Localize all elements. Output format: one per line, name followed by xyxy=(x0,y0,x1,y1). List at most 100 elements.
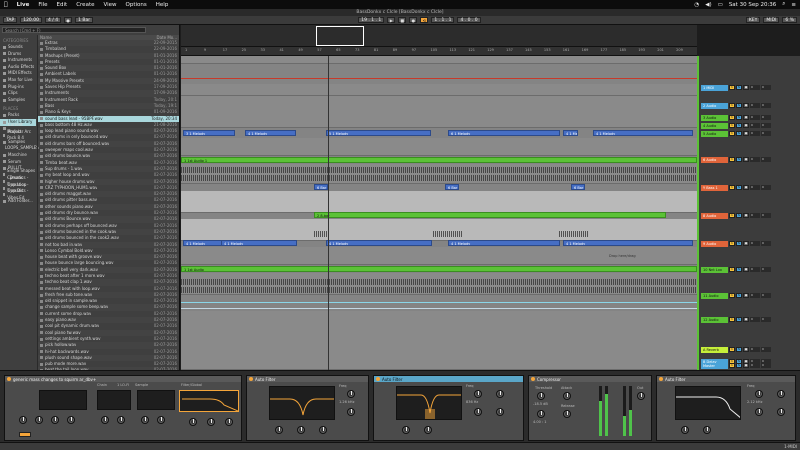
track-activator-button[interactable]: 1 xyxy=(729,85,735,90)
oscillator-display[interactable] xyxy=(39,390,87,410)
track-activator-button[interactable]: 1 xyxy=(729,115,735,120)
knob[interactable] xyxy=(19,416,27,424)
ratio-knob[interactable] xyxy=(537,410,545,418)
volume-field[interactable]: 0 xyxy=(750,317,760,322)
wifi-icon[interactable]: ◔ xyxy=(694,2,699,8)
volume-field[interactable]: 0 xyxy=(750,157,760,162)
midi-clip[interactable]: 4 1 Melody xyxy=(448,240,560,246)
audio-clip[interactable]: 2 8-bar xyxy=(314,212,666,218)
pan-field[interactable]: 0 xyxy=(761,293,771,298)
loop-toggle[interactable]: ⟲ xyxy=(420,17,429,23)
volume-field[interactable]: 0 xyxy=(750,293,760,298)
category-samples[interactable]: Samples xyxy=(0,97,36,104)
res-knob[interactable] xyxy=(755,408,763,416)
arm-button[interactable]: ● xyxy=(743,157,749,162)
browser-search-input[interactable]: Search (Cmd + F) xyxy=(2,27,146,33)
menu-view[interactable]: View xyxy=(103,2,116,8)
midi-clip[interactable]: 4 1 Melody xyxy=(245,130,296,136)
track-name[interactable]: 6 Audio xyxy=(701,156,728,163)
pan-field[interactable]: 0 xyxy=(761,241,771,246)
knob[interactable] xyxy=(67,416,75,424)
env-knob[interactable] xyxy=(681,426,689,434)
filter-display[interactable] xyxy=(675,386,741,420)
res-knob[interactable] xyxy=(474,408,482,416)
quantize-menu[interactable]: 1 Bar xyxy=(75,17,94,23)
arm-button[interactable]: ● xyxy=(743,347,749,352)
track-name[interactable]: 10 Nnt Lxx xyxy=(701,266,728,273)
track-name[interactable]: 9 Audio xyxy=(701,240,728,247)
volume-field[interactable]: 0 xyxy=(750,241,760,246)
arm-button[interactable]: ● xyxy=(743,241,749,246)
pan-field[interactable]: 0 xyxy=(761,347,771,352)
mixer-track[interactable]: A Reverb 1 S ● 0 0 xyxy=(701,346,800,353)
track-name[interactable]: Master xyxy=(701,362,728,369)
arm-button[interactable]: ● xyxy=(743,267,749,272)
place-item[interactable]: Maschine xyxy=(0,152,36,159)
menu-file[interactable]: File xyxy=(38,2,47,8)
category-sounds[interactable]: Sounds xyxy=(0,44,36,51)
midi-clip[interactable]: 3 1 Melody xyxy=(183,130,235,136)
audio-clip[interactable]: 6 Bar xyxy=(314,184,328,190)
knob[interactable] xyxy=(117,416,125,424)
track-name[interactable]: 5 Audio xyxy=(701,130,728,137)
category-max-for-live[interactable]: Max for Live xyxy=(0,77,36,84)
midi-clip[interactable]: 4 1 Melody xyxy=(563,130,578,136)
pan-field[interactable]: 0 xyxy=(761,115,771,120)
pan-field[interactable]: 0 xyxy=(761,85,771,90)
menu-app-name[interactable]: Live xyxy=(17,2,30,8)
env-knob[interactable] xyxy=(402,426,410,434)
pan-field[interactable]: 0 xyxy=(761,363,771,368)
menu-edit[interactable]: Edit xyxy=(57,2,68,8)
track-lane[interactable] xyxy=(181,191,697,213)
track-lane[interactable] xyxy=(181,84,697,96)
category-instruments[interactable]: Instruments xyxy=(0,57,36,64)
knob[interactable] xyxy=(101,416,109,424)
knob[interactable] xyxy=(141,416,149,424)
knob[interactable] xyxy=(225,418,233,426)
pan-field[interactable]: 0 xyxy=(761,317,771,322)
mixer-track[interactable]: 10 Nnt Lxx 1 S ● 0 0 xyxy=(701,266,800,273)
arrangement-view[interactable]: 3 1 Melody 4 1 Melody 5 1 Melody 6 1 Mel… xyxy=(181,56,697,370)
mixer-track[interactable]: 2 Audio 1 S ● 0 0 xyxy=(701,102,800,109)
category-clips[interactable]: Clips xyxy=(0,90,36,97)
env-knob[interactable] xyxy=(275,426,283,434)
solo-button[interactable]: S xyxy=(736,317,742,322)
tempo-field[interactable]: 120.00 xyxy=(20,17,42,23)
pan-field[interactable]: 0 xyxy=(761,267,771,272)
arm-button[interactable]: ● xyxy=(743,185,749,190)
mixer-track[interactable]: Master 1 S ● 0 0 xyxy=(701,362,800,369)
solo-button[interactable]: S xyxy=(736,131,742,136)
mixer-track[interactable]: 8 Audio 1 S ● 0 0 xyxy=(701,212,800,219)
audio-clip[interactable]: 6 Bar xyxy=(571,184,585,190)
midi-clip[interactable]: 4 1 Melody xyxy=(593,130,693,136)
lfo-knob[interactable] xyxy=(703,426,711,434)
arrangement-overview[interactable] xyxy=(181,25,697,47)
freq-knob[interactable] xyxy=(755,390,763,398)
category-plugins[interactable]: Plug-ins xyxy=(0,84,36,91)
volume-field[interactable]: 0 xyxy=(750,131,760,136)
solo-button[interactable]: S xyxy=(736,213,742,218)
freq-knob[interactable] xyxy=(474,390,482,398)
battery-icon[interactable]: ▭ xyxy=(718,2,723,8)
track-activator-button[interactable]: 1 xyxy=(729,317,735,322)
place-item[interactable]: Cymatics - Vibes Ed xyxy=(0,188,36,200)
solo-button[interactable]: S xyxy=(736,267,742,272)
pan-field[interactable]: 0 xyxy=(761,123,771,128)
solo-button[interactable]: S xyxy=(736,157,742,162)
volume-field[interactable]: 0 xyxy=(750,363,760,368)
track-activator-button[interactable]: 1 xyxy=(729,213,735,218)
time-signature-field[interactable]: 4 / 4 xyxy=(44,17,62,23)
track-name[interactable]: A Reverb xyxy=(701,346,728,353)
track-activator-button[interactable]: 1 xyxy=(729,241,735,246)
volume-field[interactable]: 0 xyxy=(750,213,760,218)
volume-field[interactable]: 0 xyxy=(750,85,760,90)
volume-field[interactable]: 0 xyxy=(750,123,760,128)
mixer-track[interactable]: 6 Audio 1 S ● 0 0 xyxy=(701,156,800,163)
track-activator-button[interactable]: 1 xyxy=(729,293,735,298)
apple-icon[interactable]:  xyxy=(4,1,8,8)
track-activator-button[interactable]: 1 xyxy=(729,185,735,190)
key-map-button[interactable]: KEY xyxy=(745,17,761,23)
volume-field[interactable]: 0 xyxy=(750,185,760,190)
release-knob[interactable] xyxy=(563,410,571,418)
rack-tab[interactable]: Chain xyxy=(97,383,107,387)
